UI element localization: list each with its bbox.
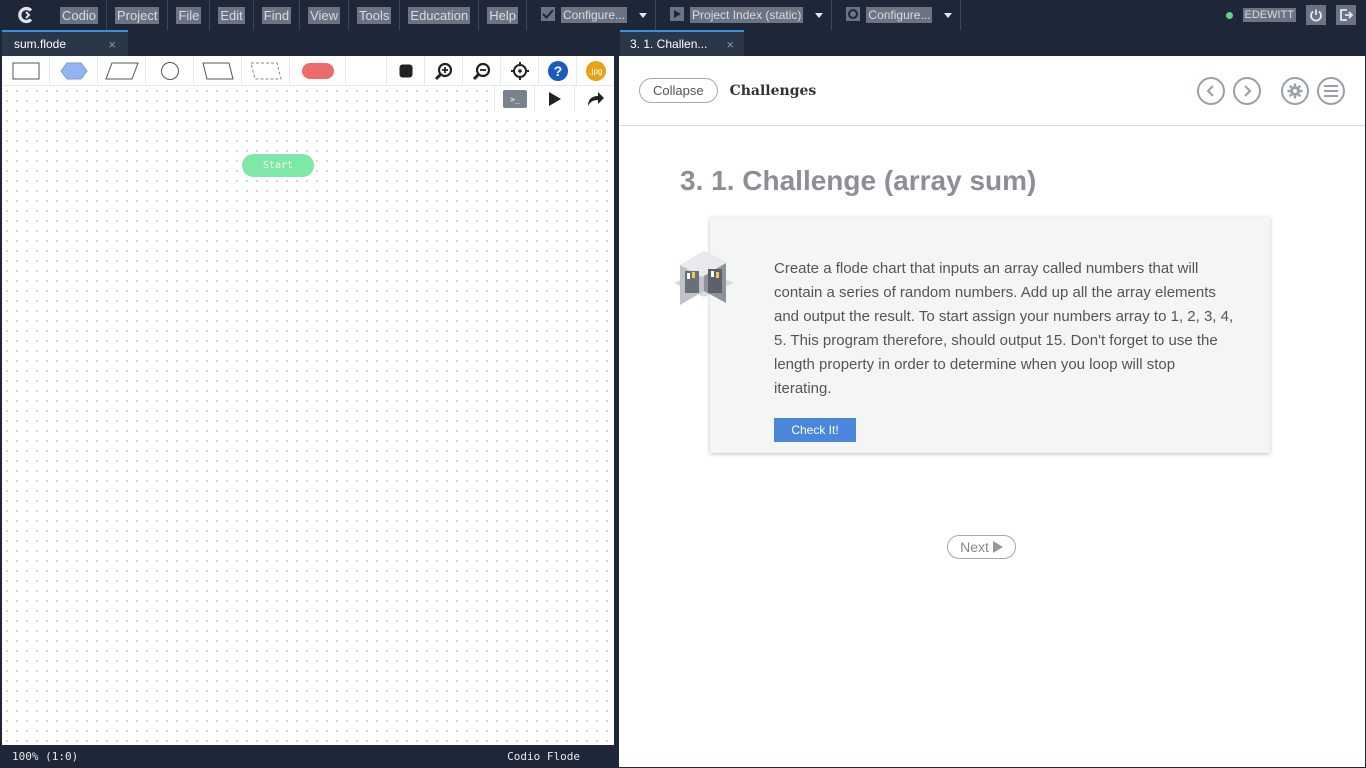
configure-gear-label: Configure... <box>866 7 933 23</box>
zoom-out-icon[interactable] <box>462 55 500 86</box>
flode-editor-panel: sum.flode × ? .jpg >_ Start 100% (1:0) C… <box>0 30 616 768</box>
menu-tools[interactable]: Tools <box>349 0 401 30</box>
start-node[interactable]: Start <box>242 154 314 177</box>
project-index-dropdown[interactable]: Project Index (static) <box>656 0 833 30</box>
manual-input-shape-button[interactable] <box>194 55 242 86</box>
power-icon[interactable] <box>1306 5 1326 25</box>
menu-education-label: Education <box>408 6 471 24</box>
comment-shape-button[interactable] <box>242 55 290 86</box>
help-icon[interactable]: ? <box>538 55 576 86</box>
menu-project-label: Project <box>114 6 160 24</box>
chevron-right-icon[interactable] <box>1233 76 1261 105</box>
target-icon[interactable] <box>500 55 538 86</box>
run-toolbar: >_ <box>494 86 614 112</box>
online-status-dot <box>1225 11 1233 19</box>
close-icon[interactable]: × <box>726 37 734 52</box>
play-triangle-icon <box>992 541 1003 553</box>
play-icon <box>670 6 685 24</box>
decision-shape-button[interactable] <box>50 55 98 86</box>
zoom-status: 100% (1:0) <box>12 750 79 763</box>
chevron-down-icon <box>944 12 953 18</box>
configure-check-dropdown[interactable]: Configure... <box>527 0 657 30</box>
menu-project[interactable]: Project <box>107 0 169 30</box>
menu-view[interactable]: View <box>300 0 350 30</box>
app-name-status: Codio Flode <box>507 750 580 763</box>
challenge-card: Create a flode chart that inputs an arra… <box>674 217 1270 453</box>
flode-statusbar: 100% (1:0) Codio Flode <box>0 745 616 768</box>
menu-help-label: Help <box>487 6 518 24</box>
input-output-shape-button[interactable] <box>98 55 146 86</box>
guide-content: Collapse Challenges 3. 1. Challenge (arr… <box>619 56 1365 767</box>
flode-toolbar: ? .jpg <box>2 55 614 86</box>
process-shape-button[interactable] <box>2 55 50 86</box>
chevron-left-icon[interactable] <box>1197 76 1225 105</box>
menu-view-label: View <box>308 6 341 24</box>
close-icon[interactable]: × <box>108 37 116 52</box>
help-icon-text: ? <box>553 63 562 79</box>
menu-icon[interactable] <box>1317 76 1345 105</box>
menubar: Codio Project File Edit Find View Tools … <box>0 0 1366 30</box>
stop-icon[interactable] <box>386 55 424 86</box>
tab-sum-flode-label: sum.flode <box>14 37 67 51</box>
guide-header: Collapse Challenges <box>619 56 1365 126</box>
next-button-label: Next <box>960 539 989 555</box>
menubar-right: EDEWITT <box>1225 5 1366 25</box>
play-icon[interactable] <box>534 86 574 112</box>
next-button[interactable]: Next <box>947 535 1016 559</box>
export-jpg-icon[interactable]: .jpg <box>576 55 614 86</box>
menu-edit[interactable]: Edit <box>210 0 254 30</box>
tab-challenge-label: 3. 1. Challen... <box>630 37 708 51</box>
terminator-shape-button[interactable] <box>290 55 346 86</box>
username-label[interactable]: EDEWITT <box>1242 8 1296 22</box>
gear-icon <box>846 6 861 24</box>
menu-edit-label: Edit <box>218 6 245 24</box>
menu-file-label: File <box>176 6 202 24</box>
terminal-icon[interactable]: >_ <box>494 86 534 112</box>
zoom-in-icon[interactable] <box>424 55 462 86</box>
chevron-down-icon <box>639 12 648 18</box>
left-tabbar: sum.flode × <box>0 30 616 56</box>
collapse-button[interactable]: Collapse <box>639 78 718 103</box>
menu-find[interactable]: Find <box>254 0 301 30</box>
page-title: 3. 1. Challenge (array sum) <box>680 165 1037 196</box>
menu-help[interactable]: Help <box>479 0 527 30</box>
menu-codio[interactable]: Codio <box>52 0 107 30</box>
menu-tools-label: Tools <box>357 6 392 24</box>
challenge-description: Create a flode chart that inputs an arra… <box>774 260 1234 397</box>
guide-nav-controls <box>1197 76 1345 105</box>
logout-icon[interactable] <box>1336 5 1356 25</box>
jpg-icon-text: .jpg <box>589 67 602 76</box>
challenge-illustration <box>668 247 740 313</box>
menu-find-label: Find <box>261 6 292 24</box>
tab-sum-flode[interactable]: sum.flode × <box>2 30 128 56</box>
guide-panel: 3. 1. Challen... × Collapse Challenges 3… <box>618 30 1366 768</box>
tab-challenge[interactable]: 3. 1. Challen... × <box>620 30 744 56</box>
guide-section-title: Challenges <box>729 82 817 99</box>
chevron-down-icon <box>815 12 824 18</box>
connector-shape-button[interactable] <box>146 55 194 86</box>
checkmark-icon <box>540 6 555 24</box>
menu-education[interactable]: Education <box>400 0 480 30</box>
settings-icon[interactable] <box>1281 76 1309 105</box>
configure-gear-dropdown[interactable]: Configure... <box>832 0 962 30</box>
menu-codio-label: Codio <box>60 6 98 24</box>
configure-check-label: Configure... <box>560 7 628 23</box>
terminal-icon-text: >_ <box>510 95 520 104</box>
flode-canvas[interactable]: ? .jpg >_ Start <box>2 55 614 745</box>
menu-file[interactable]: File <box>168 0 211 30</box>
redo-icon[interactable] <box>574 86 614 112</box>
codio-logo-icon[interactable] <box>0 0 52 30</box>
check-it-button[interactable]: Check It! <box>774 418 856 442</box>
project-index-label: Project Index (static) <box>690 7 804 23</box>
